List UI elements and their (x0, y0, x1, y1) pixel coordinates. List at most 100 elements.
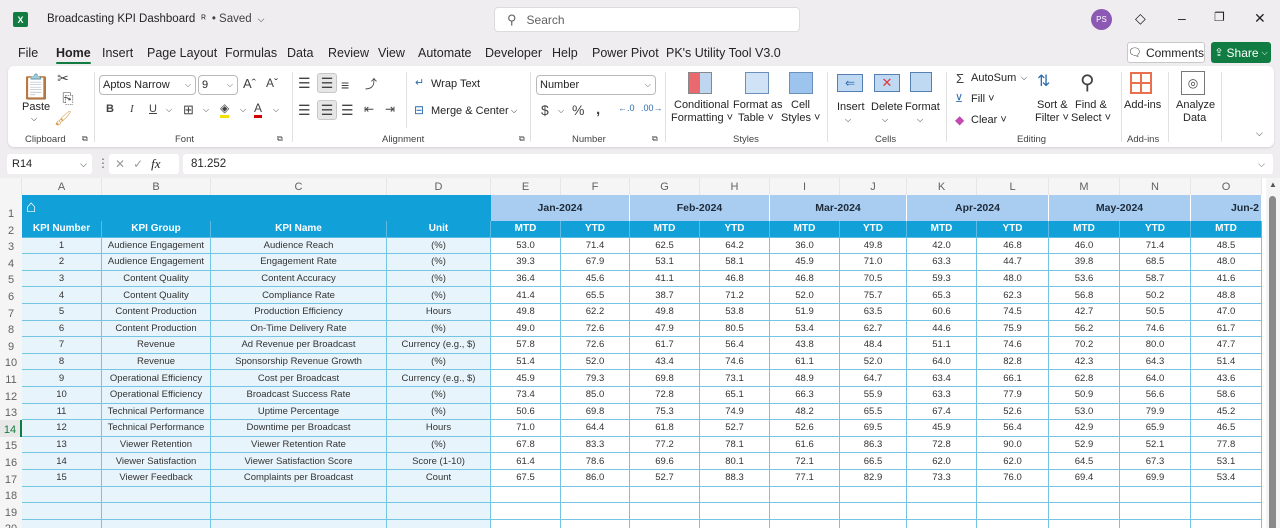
value-cell[interactable]: 42.7 (1049, 304, 1120, 321)
empty-cell[interactable] (211, 519, 387, 528)
column-header-G[interactable]: G (630, 178, 700, 195)
underline-icon[interactable]: U (149, 103, 157, 115)
tab-help[interactable]: Help (552, 46, 578, 60)
value-cell[interactable]: 64.4 (561, 420, 630, 437)
kpi-name-cell[interactable]: Downtime per Broadcast (211, 420, 387, 437)
value-cell[interactable]: 58.1 (700, 254, 770, 271)
minimize-button[interactable]: – (1178, 10, 1186, 26)
unit-cell[interactable]: Currency (e.g., $) (387, 370, 491, 387)
decrease-decimal-icon[interactable]: .00→ (641, 103, 663, 113)
empty-cell[interactable] (1049, 519, 1120, 528)
value-cell[interactable]: 50.5 (1120, 304, 1191, 321)
value-cell[interactable]: 46.8 (700, 270, 770, 288)
value-cell[interactable]: 56.2 (1049, 320, 1120, 338)
value-cell[interactable]: 62.8 (1049, 370, 1120, 387)
kpi-number-cell[interactable]: 13 (22, 436, 102, 454)
row-header-20[interactable]: 20 (0, 519, 22, 528)
kpi-name-cell[interactable]: Production Efficiency (211, 304, 387, 321)
increase-indent-icon[interactable]: ⇥ (385, 102, 395, 116)
kpi-number-cell[interactable]: 10 (22, 387, 102, 404)
row-header-2[interactable]: 2 (0, 221, 22, 238)
kpi-name-cell[interactable]: Broadcast Success Rate (211, 387, 387, 404)
chevron-down-icon[interactable]: ⌵ (166, 105, 172, 115)
align-middle-icon[interactable]: ☰ (317, 73, 337, 93)
value-cell[interactable]: 51.1 (907, 337, 977, 354)
kpi-name-cell[interactable]: Engagement Rate (211, 254, 387, 271)
sort-filter-line1[interactable]: Sort & (1037, 99, 1068, 111)
avatar[interactable]: PS (1091, 9, 1112, 30)
value-cell[interactable]: 76.0 (977, 470, 1049, 487)
kpi-name-cell[interactable]: Complaints per Broadcast (211, 470, 387, 487)
row-header-14[interactable]: 14 (0, 420, 22, 437)
insert-function-icon[interactable]: fx (151, 156, 160, 172)
scroll-up-icon[interactable]: ▲ (1269, 180, 1277, 189)
value-cell[interactable]: 43.8 (770, 337, 840, 354)
document-title[interactable]: Broadcasting KPI Dashboard ᴿ • Saved ⌵ (47, 13, 265, 25)
value-cell[interactable]: 71.0 (840, 254, 907, 271)
select-all-corner[interactable] (0, 178, 22, 195)
kpi-group-cell[interactable]: Viewer Feedback (102, 470, 211, 487)
column-header-E[interactable]: E (491, 178, 561, 195)
column-header-K[interactable]: K (907, 178, 977, 195)
value-cell[interactable]: 51.4 (1191, 353, 1262, 371)
kpi-group-cell[interactable]: Revenue (102, 353, 211, 371)
value-cell[interactable]: 53.1 (630, 254, 700, 271)
value-cell[interactable]: 73.4 (491, 387, 561, 404)
value-cell[interactable]: 56.6 (1120, 387, 1191, 404)
kpi-number-cell[interactable]: 14 (22, 453, 102, 470)
value-cell[interactable]: 43.6 (1191, 370, 1262, 387)
row-header-10[interactable]: 10 (0, 353, 22, 371)
value-cell[interactable]: 74.9 (700, 403, 770, 421)
value-cell[interactable]: 64.0 (907, 353, 977, 371)
value-cell[interactable]: 79.9 (1120, 403, 1191, 421)
tab-file[interactable]: File (18, 46, 38, 60)
value-cell[interactable]: 49.0 (491, 320, 561, 338)
empty-cell[interactable] (102, 486, 211, 504)
value-cell[interactable]: 45.9 (491, 370, 561, 387)
kpi-name-cell[interactable]: Audience Reach (211, 237, 387, 255)
value-cell[interactable]: 90.0 (977, 436, 1049, 454)
add-ins-button[interactable]: Add-ins (1124, 99, 1161, 111)
empty-cell[interactable] (1120, 519, 1191, 528)
tab-page-layout[interactable]: Page Layout (147, 46, 217, 60)
unit-cell[interactable]: Hours (387, 304, 491, 321)
dialog-launcher-icon[interactable]: ⧉ (652, 134, 658, 144)
empty-cell[interactable] (491, 519, 561, 528)
chevron-down-icon[interactable]: ⌵ (203, 105, 209, 115)
value-cell[interactable]: 75.9 (977, 320, 1049, 338)
value-cell[interactable]: 80.1 (700, 453, 770, 470)
value-cell[interactable]: 62.3 (977, 287, 1049, 304)
value-cell[interactable]: 86.3 (840, 436, 907, 454)
empty-cell[interactable] (491, 503, 561, 520)
unit-cell[interactable]: (%) (387, 436, 491, 454)
empty-cell[interactable] (387, 519, 491, 528)
value-cell[interactable]: 48.8 (1191, 287, 1262, 304)
kpi-number-cell[interactable]: 9 (22, 370, 102, 387)
empty-cell[interactable] (700, 503, 770, 520)
value-cell[interactable]: 62.7 (840, 320, 907, 338)
value-cell[interactable]: 67.4 (907, 403, 977, 421)
align-left-icon[interactable]: ☰ (298, 102, 311, 119)
chevron-down-icon[interactable]: ⌵ (558, 106, 564, 116)
tab-review[interactable]: Review (328, 46, 369, 60)
value-cell[interactable]: 72.6 (561, 320, 630, 338)
kpi-group-cell[interactable]: Content Production (102, 304, 211, 321)
tab-pk-utility-tool[interactable]: PK's Utility Tool V3.0 (666, 46, 781, 60)
unit-cell[interactable]: Score (1-10) (387, 453, 491, 470)
empty-cell[interactable] (211, 486, 387, 504)
value-cell[interactable]: 59.3 (907, 270, 977, 288)
value-cell[interactable]: 39.8 (1049, 254, 1120, 271)
chevron-down-icon[interactable]: ⌵ (845, 115, 851, 125)
chevron-down-icon[interactable]: ⌵ (273, 105, 279, 115)
value-cell[interactable]: 44.7 (977, 254, 1049, 271)
empty-cell[interactable] (1049, 486, 1120, 504)
decrease-indent-icon[interactable]: ⇤ (364, 102, 374, 116)
empty-cell[interactable] (770, 486, 840, 504)
empty-cell[interactable] (630, 486, 700, 504)
value-cell[interactable]: 61.8 (630, 420, 700, 437)
format-button[interactable]: Format (905, 101, 940, 113)
value-cell[interactable]: 52.0 (840, 353, 907, 371)
column-header-F[interactable]: F (561, 178, 630, 195)
unit-cell[interactable]: Currency (e.g., $) (387, 337, 491, 354)
chevron-down-icon[interactable]: ⌵ (511, 106, 517, 116)
